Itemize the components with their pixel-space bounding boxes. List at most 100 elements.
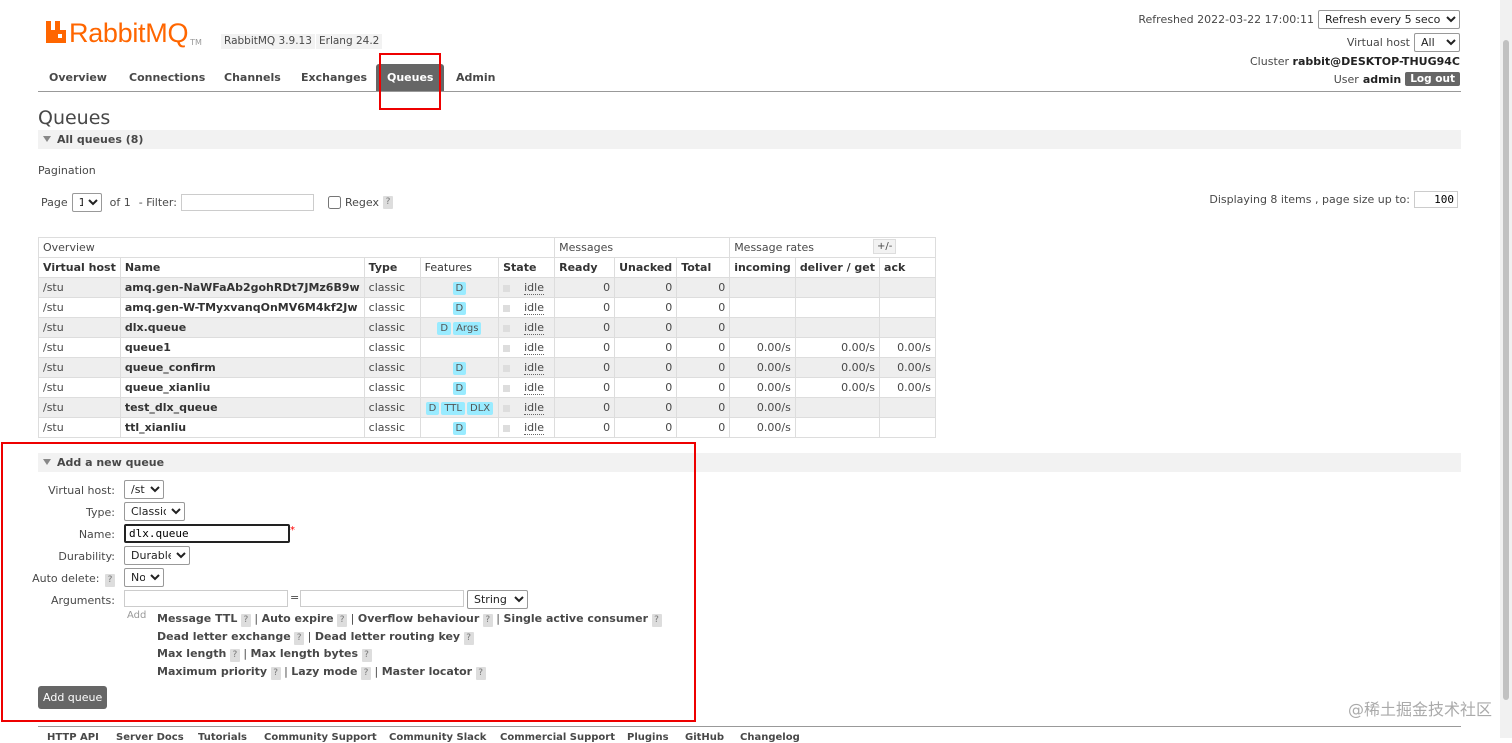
filter-label: - Filter: <box>138 196 177 209</box>
tab-exchanges[interactable]: Exchanges <box>290 64 378 91</box>
col-features[interactable]: Features <box>419 257 500 278</box>
arg-message-ttl[interactable]: Message TTL <box>157 612 237 625</box>
cell-incoming: 0.00/s <box>729 377 796 398</box>
arg-max-priority-help-icon[interactable]: ? <box>270 666 281 680</box>
arg-dead-letter-exchange[interactable]: Dead letter exchange <box>157 630 291 643</box>
feature-badge: D <box>437 321 452 335</box>
cell-name[interactable]: amq.gen-NaWFaAb2gohRDt7JMz6B9w <box>119 277 365 298</box>
cell-ready: 0 <box>554 297 616 318</box>
cell-incoming <box>729 277 796 298</box>
auto-delete-help-icon[interactable]: ? <box>105 574 115 587</box>
columns-toggle-button[interactable]: +/- <box>873 239 897 254</box>
col-deliver-get[interactable]: deliver / get <box>794 257 881 278</box>
col-incoming[interactable]: incoming <box>729 257 796 278</box>
cell-deliver-get <box>794 317 881 338</box>
col-state[interactable]: State <box>498 257 556 278</box>
cell-ready: 0 <box>554 357 616 378</box>
cell-type: classic <box>363 297 421 318</box>
page-scrollbar[interactable] <box>1500 0 1512 738</box>
state-indicator-icon <box>503 364 511 372</box>
filter-input[interactable] <box>180 194 314 211</box>
state-indicator-icon <box>503 404 511 412</box>
tab-queues[interactable]: Queues <box>376 64 445 91</box>
all-queues-section[interactable]: All queues (8) <box>38 130 1461 149</box>
cell-name[interactable]: dlx.queue <box>119 317 365 338</box>
rabbitmq-logo[interactable]: RabbitMQ TM <box>46 18 202 48</box>
arg-dead-letter-routing-key[interactable]: Dead letter routing key <box>315 630 460 643</box>
argument-type-select[interactable]: String <box>467 590 528 609</box>
arg-auto-expire-help-icon[interactable]: ? <box>337 614 348 627</box>
cell-features: D TTL DLX <box>419 397 500 418</box>
arg-single-active-consumer[interactable]: Single active consumer <box>504 612 649 625</box>
argument-key-input[interactable] <box>124 590 288 607</box>
argument-value-input[interactable] <box>300 590 464 607</box>
col-ready[interactable]: Ready <box>554 257 616 278</box>
col-ack[interactable]: ack <box>879 257 937 278</box>
arg-maximum-priority[interactable]: Maximum priority <box>157 665 267 678</box>
col-virtual-host[interactable]: Virtual host <box>38 257 121 278</box>
state-label: idle <box>524 281 544 295</box>
durability-field-select[interactable]: Durable <box>124 546 190 565</box>
state-label: idle <box>524 401 544 415</box>
col-unacked[interactable]: Unacked <box>614 257 678 278</box>
arg-max-length-help-icon[interactable]: ? <box>229 649 240 662</box>
tab-connections[interactable]: Connections <box>118 64 216 91</box>
page-size-input[interactable] <box>1414 191 1458 208</box>
cell-name[interactable]: queue_xianliu <box>119 377 365 398</box>
page-label: Page <box>41 196 68 209</box>
arg-master-locator-help-icon[interactable]: ? <box>475 666 486 680</box>
cell-name[interactable]: amq.gen-W-TMyxvanqOnMV6M4kf2Jw <box>119 297 365 318</box>
arg-master-locator[interactable]: Master locator <box>382 665 472 678</box>
arg-dlrk-help-icon[interactable]: ? <box>463 631 474 645</box>
arguments-field-label: Arguments: <box>50 594 115 607</box>
cell-ack <box>879 277 937 298</box>
collapse-triangle-icon <box>43 136 51 142</box>
arg-overflow-behaviour[interactable]: Overflow behaviour <box>358 612 479 625</box>
arg-single-active-consumer-help-icon[interactable]: ? <box>651 614 662 627</box>
arg-max-length[interactable]: Max length <box>157 647 226 660</box>
cell-name[interactable]: ttl_xianliu <box>119 417 365 438</box>
vhost-field-select[interactable]: /stu <box>124 480 164 499</box>
tab-channels[interactable]: Channels <box>213 64 292 91</box>
arg-auto-expire[interactable]: Auto expire <box>262 612 334 625</box>
tab-admin[interactable]: Admin <box>445 64 506 91</box>
col-total[interactable]: Total <box>676 257 731 278</box>
arg-dlx-help-icon[interactable]: ? <box>294 631 305 645</box>
refresh-interval-select[interactable]: Refresh every 5 seconds <box>1318 10 1460 29</box>
arg-max-length-bytes-help-icon[interactable]: ? <box>361 649 372 662</box>
arg-max-length-bytes[interactable]: Max length bytes <box>251 647 358 660</box>
col-type[interactable]: Type <box>363 257 421 278</box>
cell-name[interactable]: test_dlx_queue <box>119 397 365 418</box>
col-name[interactable]: Name <box>119 257 365 278</box>
arg-lazy-mode-help-icon[interactable]: ? <box>360 666 371 680</box>
cell-incoming <box>729 297 796 318</box>
cell-features: D Args <box>419 317 500 338</box>
cell-state: idle <box>498 297 556 318</box>
cell-type: classic <box>363 277 421 298</box>
state-label: idle <box>524 421 544 435</box>
add-queue-button[interactable]: Add queue <box>38 686 108 709</box>
cell-name[interactable]: queue1 <box>119 337 365 358</box>
auto-delete-field-select[interactable]: No <box>124 568 164 587</box>
regex-checkbox[interactable] <box>327 196 341 209</box>
add-queue-section[interactable]: Add a new queue <box>38 453 1461 472</box>
arg-overflow-help-icon[interactable]: ? <box>482 614 493 627</box>
tab-overview[interactable]: Overview <box>38 64 118 91</box>
cell-incoming: 0.00/s <box>729 337 796 358</box>
scrollbar-thumb[interactable] <box>1503 40 1509 700</box>
arg-lazy-mode[interactable]: Lazy mode <box>291 665 357 678</box>
table-row: /stu ttl_xianliu classic Didle 0 0 0 0.00/s <box>38 417 937 438</box>
cell-incoming: 0.00/s <box>729 397 796 418</box>
feature-badge: Args <box>453 321 482 335</box>
cell-state: idle <box>498 357 556 378</box>
page-select[interactable]: 1 <box>71 193 102 212</box>
type-field-select[interactable]: Classic <box>124 502 185 521</box>
cell-name[interactable]: queue_confirm <box>119 357 365 378</box>
feature-badge: D <box>452 281 467 295</box>
name-field-input[interactable] <box>124 524 290 543</box>
logo-tm: TM <box>190 38 202 47</box>
regex-help-icon[interactable]: ? <box>382 196 393 209</box>
vhost-select[interactable]: All <box>1414 33 1460 52</box>
arg-message-ttl-help-icon[interactable]: ? <box>240 614 251 627</box>
cell-total: 0 <box>676 317 731 338</box>
